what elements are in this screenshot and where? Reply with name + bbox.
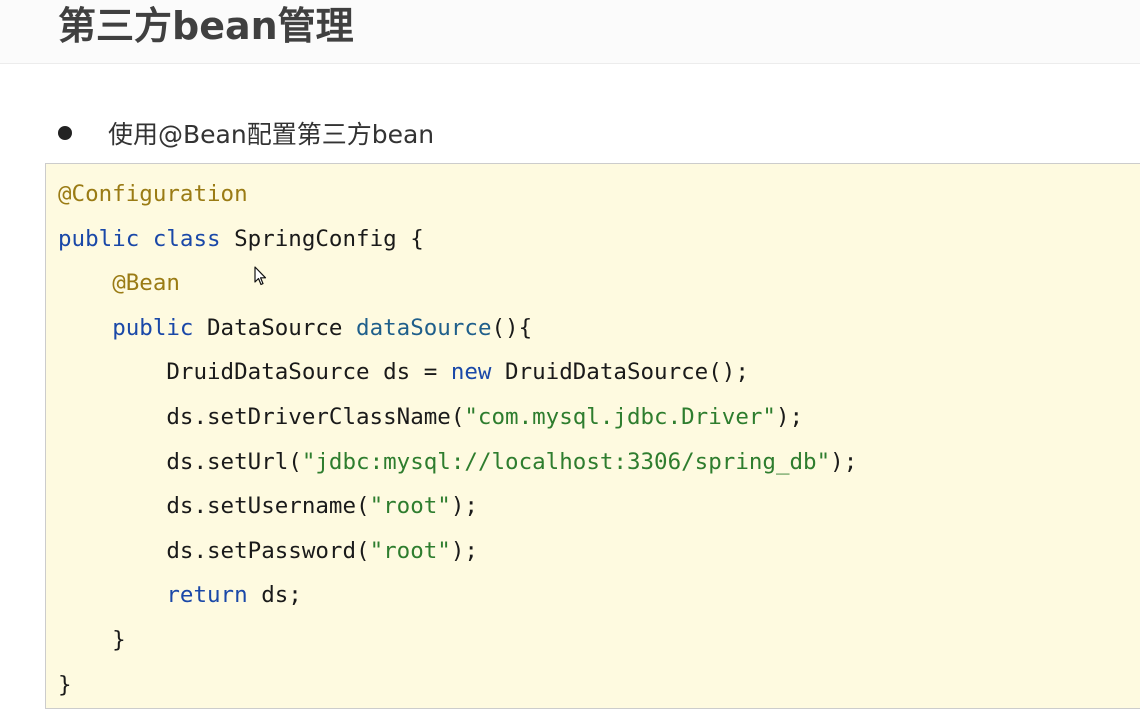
bullet-dot-icon [58, 126, 72, 140]
code-line: } [58, 670, 72, 700]
code-token-plain: ); [775, 404, 804, 430]
code-token-plain: ds.setUrl( [58, 448, 302, 475]
bullet-item: 使用@Bean配置第三方bean [58, 112, 434, 154]
code-line: @Configuration [58, 179, 248, 209]
code-token-method-name: dataSource [356, 314, 492, 341]
code-token-string-lit: "root" [369, 537, 451, 564]
code-token-annotation: @Configuration [58, 181, 248, 207]
title-bar: 第三方bean管理 [0, 0, 1140, 64]
code-line: ds.setUrl("jdbc:mysql://localhost:3306/s… [58, 447, 857, 477]
code-line: public DataSource dataSource(){ [58, 313, 532, 343]
code-line: ds.setUsername("root"); [58, 491, 478, 521]
slide-page: 第三方bean管理 使用@Bean配置第三方bean @Configuratio… [0, 0, 1140, 713]
code-token-plain: } [58, 627, 126, 653]
code-token-keyword: public [58, 225, 140, 252]
code-token-keyword: public [112, 314, 194, 341]
code-token-plain: SpringConfig { [220, 225, 424, 252]
code-line: ds.setDriverClassName("com.mysql.jdbc.Dr… [58, 402, 803, 432]
code-token-plain: (){ [491, 314, 533, 341]
code-token-string-lit: "com.mysql.jdbc.Driver" [464, 404, 776, 430]
code-block: @Configuration public class SpringConfig … [45, 163, 1140, 709]
code-token-plain: ); [450, 493, 478, 520]
bullet-text: 使用@Bean配置第三方bean [108, 120, 435, 149]
code-token-plain: ); [830, 448, 858, 475]
code-token-plain: DruidDataSource ds = [58, 359, 451, 386]
code-token-plain: ds.setDriverClassName( [58, 404, 465, 430]
code-token-plain: DruidDataSource(); [491, 359, 749, 386]
code-token-keyword: new [450, 359, 492, 386]
code-line: @Bean [58, 268, 180, 298]
page-title: 第三方bean管理 [58, 4, 354, 48]
code-line: public class SpringConfig { [58, 224, 424, 254]
code-token-keyword: return [166, 582, 248, 609]
code-token-plain: ds.setPassword( [58, 537, 370, 564]
code-token-plain: DataSource [193, 314, 357, 341]
code-token-plain: ); [450, 537, 478, 564]
code-line: } [58, 625, 126, 655]
code-token-string-lit: "jdbc:mysql://localhost:3306/spring_db" [301, 448, 831, 475]
code-token-string-lit: "root" [369, 493, 451, 520]
code-token-plain: ds; [247, 582, 302, 609]
code-line: return ds; [58, 580, 302, 610]
code-token-annotation: @Bean [112, 270, 180, 297]
code-token-plain: ds.setUsername( [58, 493, 370, 520]
code-line: DruidDataSource ds = new DruidDataSource… [58, 357, 749, 387]
code-line: ds.setPassword("root"); [58, 536, 478, 566]
mouse-pointer-icon [254, 266, 267, 286]
code-token-plain: } [58, 671, 72, 698]
code-token-keyword: class [152, 225, 221, 252]
